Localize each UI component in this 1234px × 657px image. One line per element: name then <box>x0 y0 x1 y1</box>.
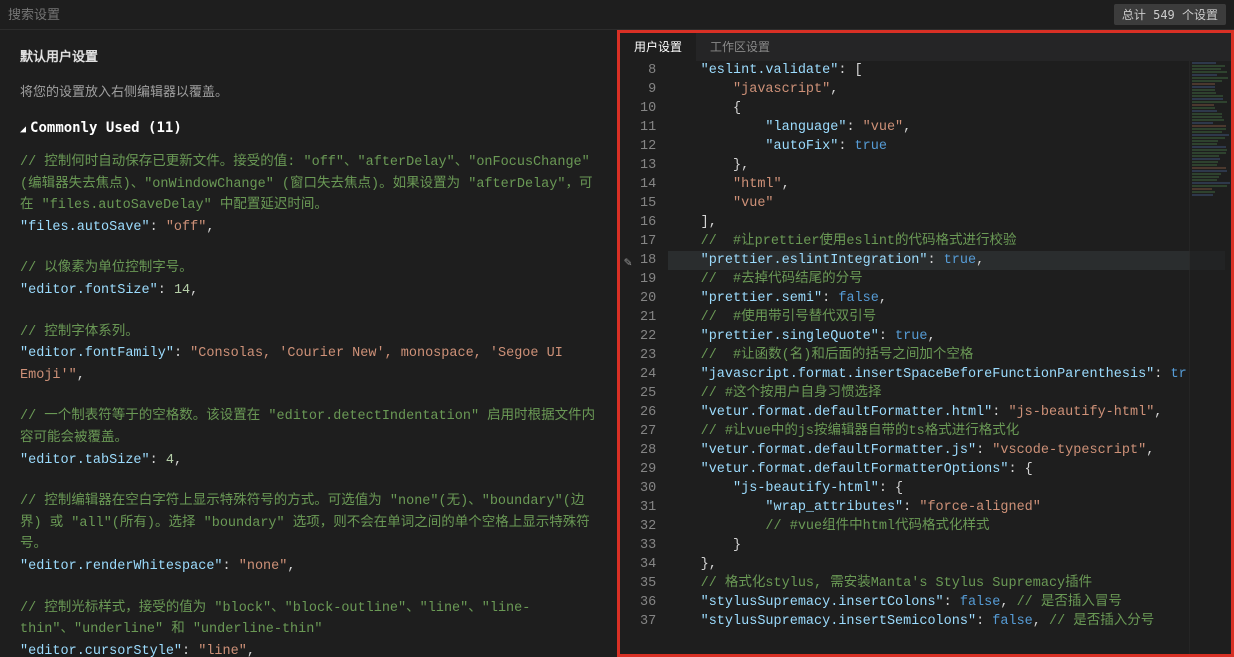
code-line[interactable]: "javascript.format.insertSpaceBeforeFunc… <box>668 365 1225 384</box>
section-label: Commonly Used (11) <box>30 120 182 136</box>
user-settings-editor: 用户设置工作区设置 ✎ 8910111213141516171819202122… <box>617 30 1234 657</box>
code-line[interactable]: "prettier.semi": false, <box>668 289 1225 308</box>
code-line[interactable]: "eslint.validate": [ <box>668 61 1225 80</box>
code-line[interactable]: "vetur.format.defaultFormatter.js": "vsc… <box>668 441 1225 460</box>
line-number: 34 <box>640 555 656 574</box>
line-number: 12 <box>640 137 656 156</box>
chevron-down-icon: ◢ <box>20 124 26 135</box>
code-line[interactable]: }, <box>668 156 1225 175</box>
line-number: 37 <box>640 612 656 631</box>
setting-line: "editor.renderWhitespace": "none", <box>20 556 597 578</box>
line-number: 16 <box>640 213 656 232</box>
line-number: 18 <box>640 251 656 270</box>
code-line[interactable]: // #让vue中的js按编辑器自带的ts格式进行格式化 <box>668 422 1225 441</box>
setting-comment: // 以像素为单位控制字号。 <box>20 258 597 280</box>
code-line[interactable]: // 格式化stylus, 需安装Manta's Stylus Supremac… <box>668 574 1225 593</box>
setting-comment: // 控制何时自动保存已更新文件。接受的值: "off"、"afterDelay… <box>20 152 597 217</box>
main-split: 默认用户设置 将您的设置放入右侧编辑器以覆盖。 ◢ Commonly Used (… <box>0 30 1234 657</box>
line-number: 15 <box>640 194 656 213</box>
line-number: 10 <box>640 99 656 118</box>
code-line[interactable]: "html", <box>668 175 1225 194</box>
code-line[interactable]: "stylusSupremacy.insertColons": false, /… <box>668 593 1225 612</box>
code-line[interactable]: }, <box>668 555 1225 574</box>
line-number: 13 <box>640 156 656 175</box>
line-number: 26 <box>640 403 656 422</box>
setting-item[interactable]: // 控制何时自动保存已更新文件。接受的值: "off"、"afterDelay… <box>20 152 597 238</box>
code-editor[interactable]: 8910111213141516171819202122232425262728… <box>620 61 1231 654</box>
default-settings-title: 默认用户设置 <box>20 46 597 65</box>
code-line[interactable]: ], <box>668 213 1225 232</box>
setting-comment: // 控制编辑器在空白字符上显示特殊符号的方式。可选值为 "none"(无)、"… <box>20 491 597 556</box>
code-line[interactable]: "vetur.format.defaultFormatterOptions": … <box>668 460 1225 479</box>
header-bar: 总计 549 个设置 <box>0 0 1234 30</box>
setting-line: "editor.cursorStyle": "line", <box>20 641 597 657</box>
code-line[interactable]: "autoFix": true <box>668 137 1225 156</box>
line-number: 11 <box>640 118 656 137</box>
line-number: 27 <box>640 422 656 441</box>
line-number: 9 <box>640 80 656 99</box>
code-line[interactable]: "prettier.eslintIntegration": true, <box>668 251 1225 270</box>
search-settings-input[interactable] <box>8 7 408 22</box>
code-line[interactable]: "prettier.singleQuote": true, <box>668 327 1225 346</box>
line-number: 8 <box>640 61 656 80</box>
code-line[interactable]: "javascript", <box>668 80 1225 99</box>
setting-item[interactable]: // 以像素为单位控制字号。"editor.fontSize": 14, <box>20 258 597 301</box>
code-content[interactable]: "eslint.validate": [ "javascript", { "la… <box>668 61 1231 654</box>
code-line[interactable]: } <box>668 536 1225 555</box>
code-line[interactable]: { <box>668 99 1225 118</box>
setting-comment: // 一个制表符等于的空格数。该设置在 "editor.detectIndent… <box>20 406 597 449</box>
setting-line: "editor.fontSize": 14, <box>20 280 597 302</box>
setting-item[interactable]: // 控制字体系列。"editor.fontFamily": "Consolas… <box>20 322 597 387</box>
line-number: 33 <box>640 536 656 555</box>
line-number: 29 <box>640 460 656 479</box>
tab-user-settings[interactable]: 用户设置 <box>620 33 696 61</box>
line-number: 32 <box>640 517 656 536</box>
line-number: 36 <box>640 593 656 612</box>
code-line[interactable]: // #去掉代码结尾的分号 <box>668 270 1225 289</box>
setting-line: "files.autoSave": "off", <box>20 217 597 239</box>
code-line[interactable]: // #这个按用户自身习惯选择 <box>668 384 1225 403</box>
section-commonly-used[interactable]: ◢ Commonly Used (11) <box>20 120 597 136</box>
setting-comment: // 控制光标样式，接受的值为 "block"、"block-outline"、… <box>20 598 597 641</box>
pencil-icon[interactable]: ✎ <box>624 255 632 270</box>
line-number: 28 <box>640 441 656 460</box>
line-number: 21 <box>640 308 656 327</box>
line-number: 17 <box>640 232 656 251</box>
code-line[interactable]: "language": "vue", <box>668 118 1225 137</box>
default-settings-subtitle: 将您的设置放入右侧编辑器以覆盖。 <box>20 81 597 100</box>
code-line[interactable]: "stylusSupremacy.insertSemicolons": fals… <box>668 612 1225 631</box>
line-number: 30 <box>640 479 656 498</box>
code-line[interactable]: // #使用带引号替代双引号 <box>668 308 1225 327</box>
setting-comment: // 控制字体系列。 <box>20 322 597 344</box>
line-number: 35 <box>640 574 656 593</box>
minimap[interactable] <box>1189 61 1231 654</box>
setting-line: "editor.fontFamily": "Consolas, 'Courier… <box>20 343 597 386</box>
default-settings-pane: 默认用户设置 将您的设置放入右侧编辑器以覆盖。 ◢ Commonly Used (… <box>0 30 617 657</box>
code-line[interactable]: "vetur.format.defaultFormatter.html": "j… <box>668 403 1225 422</box>
line-number: 20 <box>640 289 656 308</box>
settings-count-badge: 总计 549 个设置 <box>1114 4 1226 25</box>
code-line[interactable]: // #让prettier使用eslint的代码格式进行校验 <box>668 232 1225 251</box>
code-line[interactable]: "wrap_attributes": "force-aligned" <box>668 498 1225 517</box>
line-number: 14 <box>640 175 656 194</box>
line-number: 25 <box>640 384 656 403</box>
code-line[interactable]: "js-beautify-html": { <box>668 479 1225 498</box>
line-number: 24 <box>640 365 656 384</box>
line-number: 23 <box>640 346 656 365</box>
settings-tabs: 用户设置工作区设置 <box>620 33 1231 61</box>
line-number-gutter: 8910111213141516171819202122232425262728… <box>620 61 668 654</box>
setting-item[interactable]: // 控制编辑器在空白字符上显示特殊符号的方式。可选值为 "none"(无)、"… <box>20 491 597 577</box>
setting-item[interactable]: // 控制光标样式，接受的值为 "block"、"block-outline"、… <box>20 598 597 657</box>
setting-item[interactable]: // 一个制表符等于的空格数。该设置在 "editor.detectIndent… <box>20 406 597 471</box>
setting-line: "editor.tabSize": 4, <box>20 450 597 472</box>
line-number: 31 <box>640 498 656 517</box>
line-number: 19 <box>640 270 656 289</box>
line-number: 22 <box>640 327 656 346</box>
code-line[interactable]: // #让函数(名)和后面的括号之间加个空格 <box>668 346 1225 365</box>
tab-workspace-settings[interactable]: 工作区设置 <box>696 33 784 61</box>
code-line[interactable]: // #vue组件中html代码格式化样式 <box>668 517 1225 536</box>
code-line[interactable]: "vue" <box>668 194 1225 213</box>
